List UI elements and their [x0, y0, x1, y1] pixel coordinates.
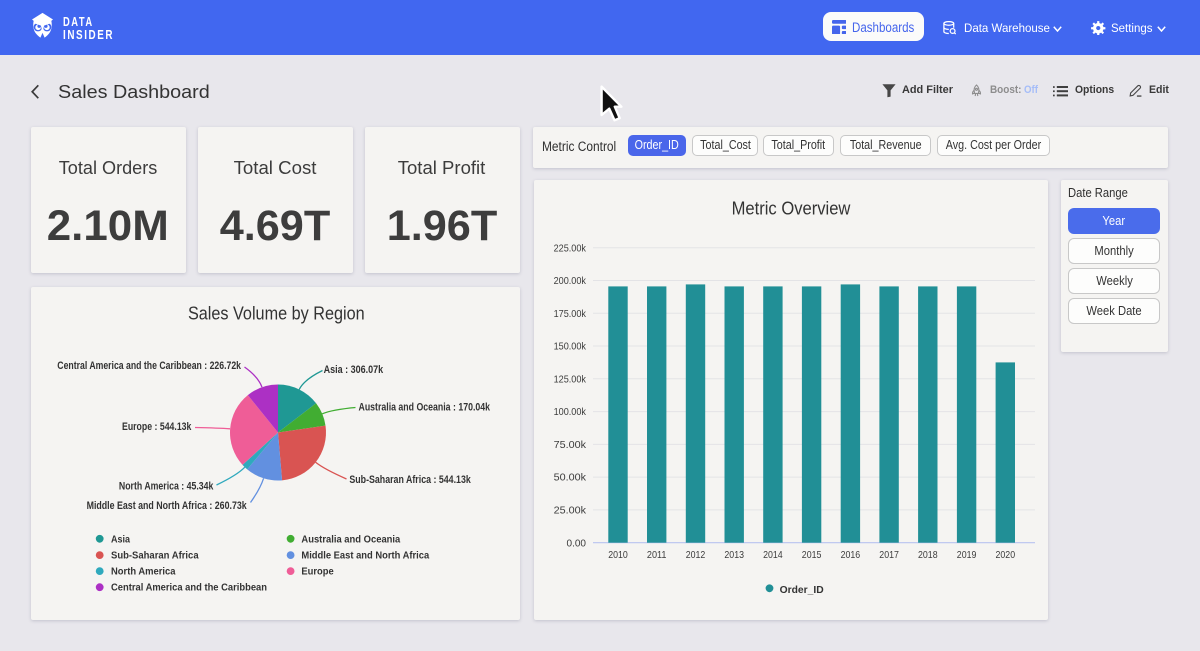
svg-text:2016: 2016 [841, 549, 861, 561]
svg-text:Central America and the Caribb: Central America and the Caribbean [111, 582, 267, 594]
svg-text:Europe : 544.13k: Europe : 544.13k [122, 421, 191, 433]
svg-text:North America : 45.34k: North America : 45.34k [119, 481, 214, 493]
svg-text:125.00k: 125.00k [554, 373, 587, 385]
svg-text:Australia and Oceania: Australia and Oceania [301, 533, 400, 545]
svg-text:2015: 2015 [802, 549, 822, 561]
svg-text:100.00k: 100.00k [554, 406, 587, 418]
svg-text:North America: North America [111, 566, 176, 578]
svg-text:50.00k: 50.00k [554, 472, 587, 484]
svg-text:Asia : 306.07k: Asia : 306.07k [324, 364, 384, 376]
svg-text:175.00k: 175.00k [554, 308, 587, 320]
svg-text:2010: 2010 [608, 549, 628, 561]
svg-text:Central America and the Caribb: Central America and the Caribbean : 226.… [57, 360, 241, 372]
svg-text:2014: 2014 [763, 549, 783, 561]
svg-text:Asia: Asia [111, 533, 130, 545]
svg-text:2013: 2013 [724, 549, 744, 561]
svg-text:25.00k: 25.00k [554, 505, 587, 517]
svg-text:Order_ID: Order_ID [780, 584, 825, 596]
svg-text:200.00k: 200.00k [554, 275, 587, 287]
svg-text:Sales Volume by Region: Sales Volume by Region [188, 303, 365, 324]
svg-text:0.00: 0.00 [567, 537, 587, 549]
svg-text:225.00k: 225.00k [554, 242, 587, 254]
svg-text:2011: 2011 [647, 549, 667, 561]
svg-text:2012: 2012 [686, 549, 706, 561]
svg-text:75.00k: 75.00k [554, 439, 587, 451]
svg-text:Middle East and North Africa :: Middle East and North Africa : 260.73k [87, 500, 247, 512]
svg-text:Middle East and North Africa: Middle East and North Africa [301, 550, 429, 562]
svg-text:2019: 2019 [957, 549, 977, 561]
svg-text:Metric Overview: Metric Overview [732, 198, 851, 219]
svg-text:Australia and Oceania : 170.04: Australia and Oceania : 170.04k [359, 402, 491, 414]
svg-text:2018: 2018 [918, 549, 938, 561]
svg-text:2017: 2017 [879, 549, 899, 561]
svg-text:Sub-Saharan Africa: Sub-Saharan Africa [111, 550, 199, 562]
svg-text:Sub-Saharan Africa : 544.13k: Sub-Saharan Africa : 544.13k [349, 474, 470, 486]
svg-text:150.00k: 150.00k [554, 341, 587, 353]
svg-text:2020: 2020 [996, 549, 1016, 561]
svg-text:Europe: Europe [301, 566, 333, 578]
